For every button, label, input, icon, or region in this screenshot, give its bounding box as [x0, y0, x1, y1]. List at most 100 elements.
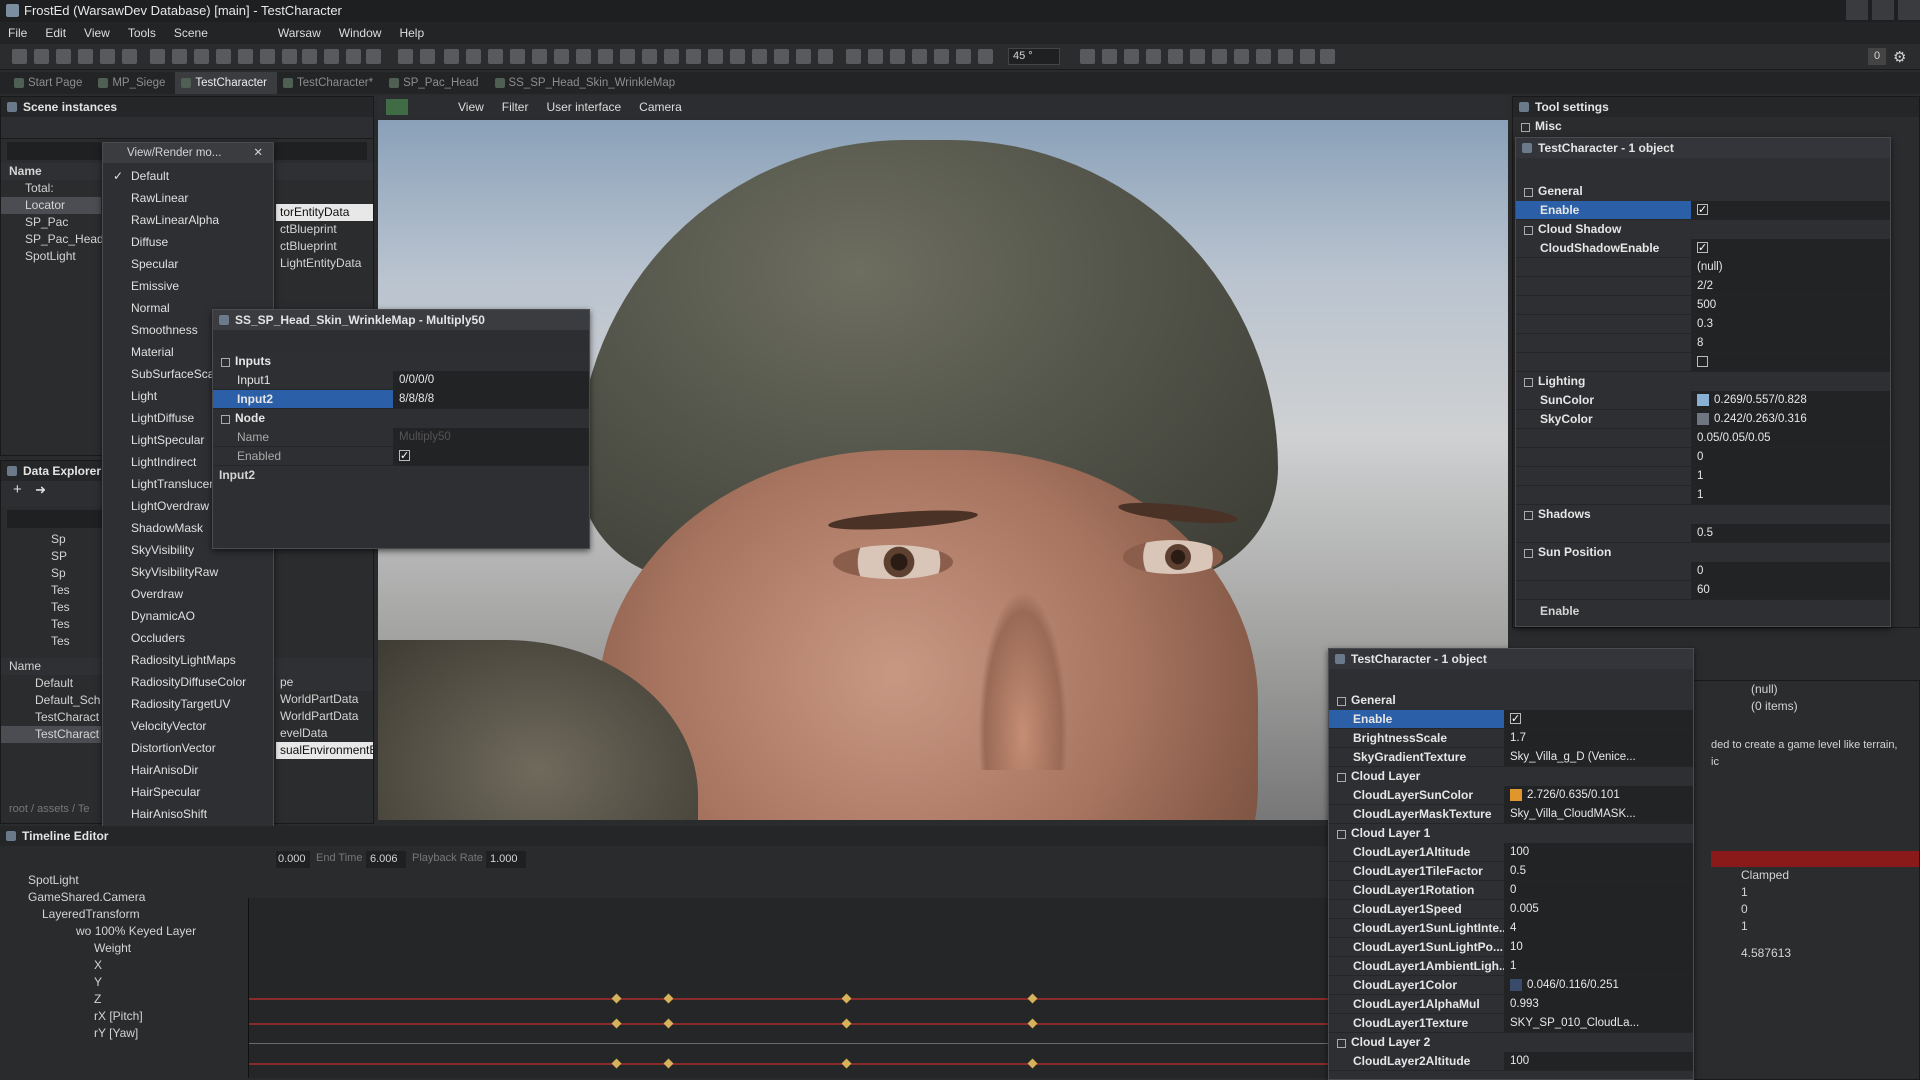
value-field[interactable]: 2/2 [1691, 277, 1890, 295]
toolbar-button[interactable] [302, 49, 317, 64]
toolbar-button[interactable] [510, 49, 525, 64]
category-shadows[interactable]: Shadows [1516, 505, 1890, 524]
env-property-value[interactable]: 0 [1504, 881, 1693, 899]
category-lighting[interactable]: Lighting [1516, 372, 1890, 391]
name-value[interactable]: Multiply50 [393, 428, 589, 446]
cloudshadowenable-checkbox[interactable] [1697, 242, 1708, 253]
toolbar-button[interactable] [752, 49, 767, 64]
suncolor-swatch[interactable] [1697, 394, 1709, 406]
keyframe[interactable] [842, 1019, 852, 1029]
scene-item-locator[interactable]: Locator [1, 197, 101, 214]
toolbar-button[interactable] [488, 49, 503, 64]
color-swatch[interactable] [1510, 979, 1522, 991]
timeline-curve-area[interactable] [248, 898, 1330, 1078]
viewport-menu-view[interactable]: View [458, 100, 484, 114]
texture-null-value[interactable]: (null) [1691, 258, 1890, 276]
render-mode-item[interactable]: RadiosityLightMaps [103, 649, 273, 671]
arrow-right-icon[interactable]: ➜ [35, 482, 46, 497]
value-field[interactable]: 0 [1691, 901, 1919, 918]
keyframe[interactable] [664, 994, 674, 1004]
category-inputs[interactable]: Inputs [213, 352, 589, 371]
playback-rate-field[interactable]: 1.000 [486, 851, 526, 868]
toolbar-button[interactable] [444, 49, 459, 64]
tab-mp-siege[interactable]: MP_Siege [92, 72, 175, 94]
keyframe[interactable] [612, 1059, 622, 1069]
close-button[interactable] [1898, 0, 1920, 20]
asset-row-selected[interactable]: TestCharact [1, 726, 101, 743]
render-mode-item[interactable]: RawLinearAlpha [103, 209, 273, 231]
toolbar-button[interactable] [642, 49, 657, 64]
toolbar-button[interactable] [796, 49, 811, 64]
toolbar-button[interactable] [216, 49, 231, 64]
viewport-mode-icon[interactable] [386, 99, 408, 115]
timeline-layer[interactable]: 100% Keyed Layer [95, 924, 196, 938]
menu-warsaw[interactable]: Warsaw [278, 26, 321, 40]
env-property-value[interactable]: 100 [1504, 1052, 1693, 1070]
toolbar-button[interactable] [260, 49, 275, 64]
input2-value[interactable]: 8/8/8/8 [393, 390, 589, 408]
value-field[interactable]: 0.3 [1691, 315, 1890, 333]
toolbar-button[interactable] [100, 49, 115, 64]
enable-label[interactable]: Enable [1516, 201, 1691, 219]
toolbar-button[interactable] [12, 49, 27, 64]
toolbar-button[interactable] [1124, 49, 1139, 64]
value-field[interactable]: 1 [1691, 884, 1919, 901]
env-property-value[interactable]: 10 [1504, 938, 1693, 956]
env-property-value[interactable]: 0.046/0.116/0.251 [1504, 976, 1693, 994]
toolbar-button[interactable] [172, 49, 187, 64]
toolbar-button[interactable] [730, 49, 745, 64]
timeline-node[interactable]: SpotLight [0, 872, 1330, 889]
env-property-value[interactable]: 0.993 [1504, 995, 1693, 1013]
toolbar-button[interactable] [420, 49, 435, 64]
render-mode-item[interactable]: HairSpecular [103, 781, 273, 803]
toolbar-button[interactable] [194, 49, 209, 64]
keyframe[interactable] [1028, 994, 1038, 1004]
toolbar-button[interactable] [56, 49, 71, 64]
toolbar-button[interactable] [686, 49, 701, 64]
value-field[interactable]: 500 [1691, 296, 1890, 314]
clamped-value[interactable]: Clamped [1691, 867, 1919, 884]
null-value[interactable]: (null) [1691, 681, 1919, 698]
category-sun-position[interactable]: Sun Position [1516, 543, 1890, 562]
toolbar-button[interactable] [346, 49, 361, 64]
enable-checkbox[interactable] [1510, 713, 1521, 724]
keyframe[interactable] [664, 1059, 674, 1069]
toolbar-button[interactable] [934, 49, 949, 64]
render-mode-item[interactable]: RadiosityDiffuseColor [103, 671, 273, 693]
keyframe[interactable] [1028, 1059, 1038, 1069]
toolbar-button[interactable] [366, 49, 381, 64]
render-mode-item[interactable]: HairAnisoDir [103, 759, 273, 781]
render-mode-item[interactable]: VelocityVector [103, 715, 273, 737]
enable-checkbox[interactable] [1697, 204, 1708, 215]
toolbar-button[interactable] [554, 49, 569, 64]
toolbar-button[interactable] [398, 49, 413, 64]
render-mode-item[interactable]: DistortionVector [103, 737, 273, 759]
explorer-column-type[interactable]: pe [276, 674, 373, 691]
toolbar-button[interactable] [122, 49, 137, 64]
end-time-field[interactable]: 6.006 [366, 851, 406, 868]
menu-tools[interactable]: Tools [128, 26, 156, 40]
render-mode-item[interactable]: DynamicAO [103, 605, 273, 627]
env-category[interactable]: Cloud Layer 2 [1329, 1033, 1693, 1052]
value-field[interactable]: 0 [1691, 562, 1890, 580]
env-property-value[interactable]: 2.726/0.635/0.101 [1504, 786, 1693, 804]
toolbar-button[interactable] [576, 49, 591, 64]
toolbar-button[interactable] [532, 49, 547, 64]
toolbar-button[interactable] [912, 49, 927, 64]
toolbar-button[interactable] [708, 49, 723, 64]
env-property-value[interactable]: 0.5 [1504, 862, 1693, 880]
value-field[interactable]: 0.05/0.05/0.05 [1691, 429, 1890, 447]
skycolor-value[interactable]: 0.242/0.263/0.316 [1714, 413, 1807, 425]
timeline-node[interactable]: wo [76, 924, 91, 938]
enabled-checkbox[interactable] [399, 450, 410, 461]
tab-wrinklemap[interactable]: SS_SP_Head_Skin_WrinkleMap [489, 72, 686, 94]
viewport-menu-ui[interactable]: User interface [546, 100, 621, 114]
toolbar-button[interactable] [238, 49, 253, 64]
tab-sp-pac-head[interactable]: SP_Pac_Head [383, 72, 488, 94]
value-field[interactable]: 60 [1691, 581, 1890, 599]
tab-testcharacter-modified[interactable]: TestCharacter* [277, 72, 383, 94]
toolbar-button[interactable] [1146, 49, 1161, 64]
toolbar-button[interactable] [978, 49, 993, 64]
tab-start-page[interactable]: Start Page [8, 72, 92, 94]
viewport-menu-filter[interactable]: Filter [502, 100, 529, 114]
